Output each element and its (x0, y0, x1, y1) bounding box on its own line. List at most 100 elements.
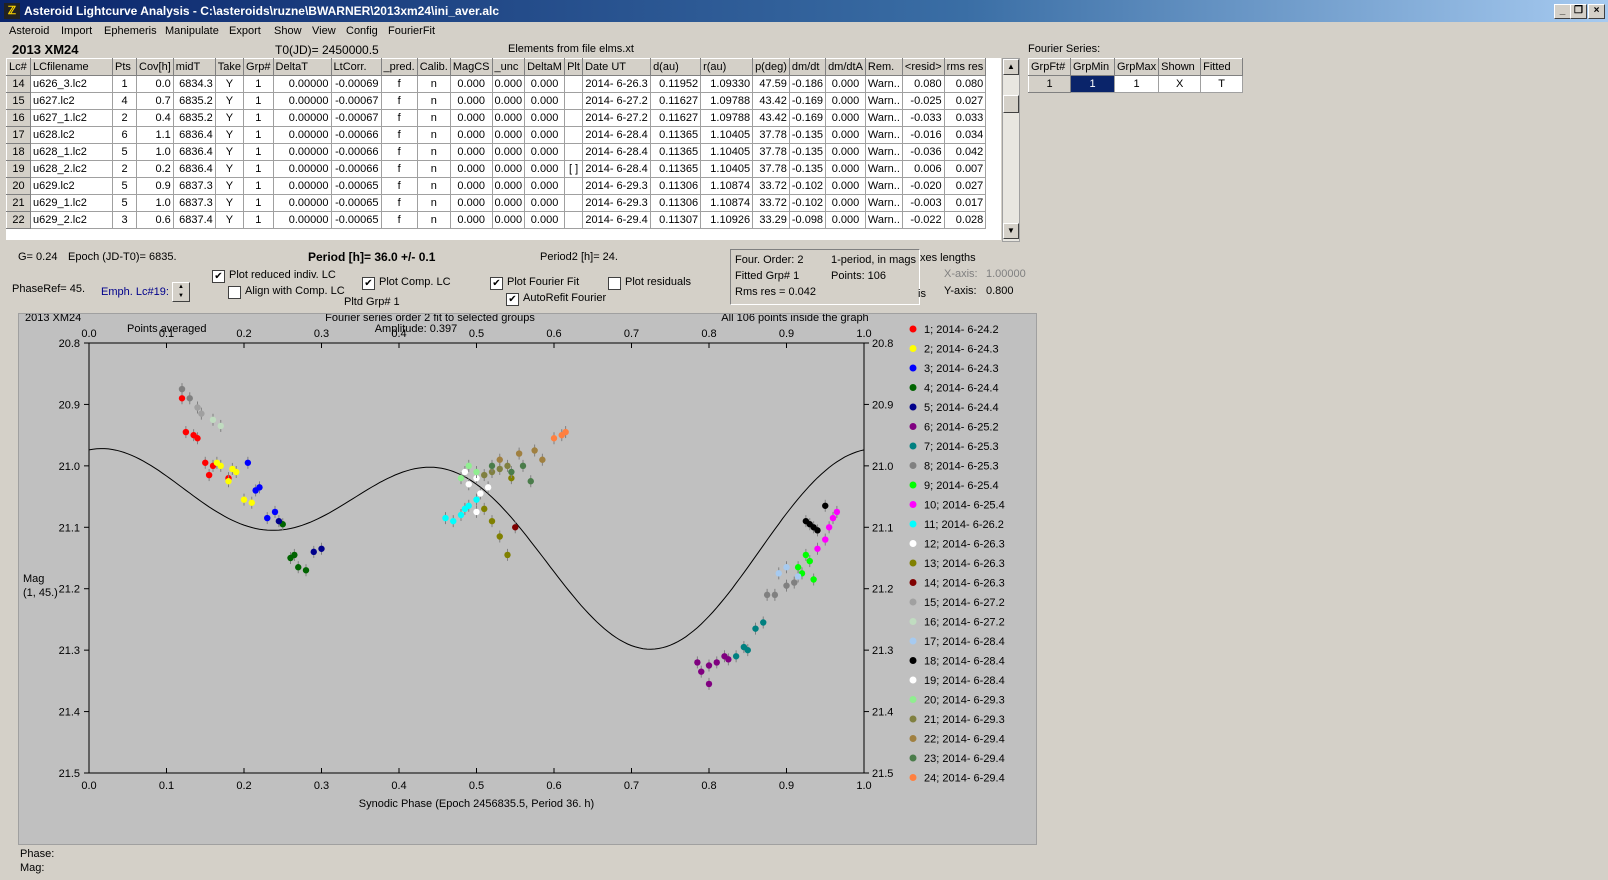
lc-cell[interactable]: -0.00066 (330, 143, 382, 161)
lc-cell[interactable]: n (416, 160, 451, 178)
lc-cell[interactable]: 0.000 (524, 143, 566, 161)
lc-cell[interactable]: -0.098 (788, 211, 827, 229)
lc-cell[interactable]: 1 (243, 109, 274, 127)
plot-comp-checkbox[interactable]: ✔ (362, 277, 375, 290)
lc-cell[interactable]: 0.00000 (272, 177, 332, 195)
lc-cell[interactable]: -0.102 (788, 177, 827, 195)
lc-col-header[interactable]: _unc (491, 58, 526, 76)
lc-cell[interactable]: Warn.. (864, 92, 903, 110)
lc-cell[interactable]: -0.169 (788, 109, 827, 127)
lc-cell[interactable] (564, 194, 584, 212)
lc-cell[interactable]: 0.000 (449, 211, 493, 229)
lc-cell[interactable]: -0.00067 (330, 92, 382, 110)
lc-cell[interactable]: 0.00000 (272, 75, 332, 93)
lc-row-number[interactable]: 16 (6, 109, 31, 127)
lc-cell[interactable]: 0.00000 (272, 109, 332, 127)
lc-cell[interactable]: 0.000 (449, 177, 493, 195)
x-axis-value[interactable]: 1.00000 (986, 268, 1026, 280)
lc-row-number[interactable]: 20 (6, 177, 31, 195)
menu-show[interactable]: Show (274, 25, 302, 37)
lc-cell[interactable]: 47.59 (752, 75, 790, 93)
lc-cell[interactable]: -0.00066 (330, 160, 382, 178)
lc-table-row[interactable]: 19 u628_2.lc2 2 0.2 6836.4 Y 1 0.00000 -0.00066 f… (6, 160, 987, 178)
lc-cell[interactable]: 0.0 (136, 75, 174, 93)
lc-cell[interactable]: 5 (112, 194, 137, 212)
lc-cell[interactable]: Y (214, 177, 245, 195)
lc-cell[interactable]: 0.4 (136, 109, 174, 127)
lc-cell[interactable]: -0.169 (788, 92, 827, 110)
lc-cell[interactable]: 0.000 (491, 177, 526, 195)
lc-cell[interactable]: Y (214, 160, 245, 178)
lc-cell[interactable]: 1 (243, 92, 274, 110)
lc-cell[interactable]: 0.080 (901, 75, 945, 93)
lc-cell[interactable]: 0.000 (524, 92, 566, 110)
lc-col-header[interactable]: Rem. (864, 58, 903, 76)
lc-cell[interactable]: u627_1.lc2 (30, 109, 113, 127)
lc-cell[interactable]: 2014- 6-28.4 (582, 143, 652, 161)
lc-cell[interactable]: -0.020 (901, 177, 945, 195)
menu-view[interactable]: View (312, 25, 336, 37)
lc-col-header[interactable]: Pts (112, 58, 137, 76)
lc-cell[interactable]: -0.00069 (330, 75, 382, 93)
lc-cell[interactable]: 0.11365 (650, 160, 702, 178)
lc-col-header[interactable]: Grp# (243, 58, 274, 76)
lc-cell[interactable]: 0.000 (449, 75, 493, 93)
menu-fourierfit[interactable]: FourierFit (388, 25, 435, 37)
lc-cell[interactable] (564, 126, 584, 144)
lc-cell[interactable]: n (416, 109, 451, 127)
lc-table-row[interactable]: 15 u627.lc2 4 0.7 6835.2 Y 1 0.00000 -0.00067 f n 0… (6, 92, 987, 110)
lc-cell[interactable]: n (416, 194, 451, 212)
lc-cell[interactable]: Y (214, 92, 245, 110)
lc-cell[interactable]: 0.11627 (650, 109, 702, 127)
fs-cell-grpmin[interactable]: 1 (1070, 75, 1115, 93)
lc-cell[interactable]: 0.000 (825, 92, 866, 110)
lc-cell[interactable]: 0.000 (491, 75, 526, 93)
lc-cell[interactable]: 2014- 6-28.4 (582, 160, 652, 178)
lc-cell[interactable]: 4 (112, 92, 137, 110)
lc-cell[interactable]: -0.135 (788, 143, 827, 161)
lc-cell[interactable]: n (416, 75, 451, 93)
lc-cell[interactable]: f (380, 177, 418, 195)
lc-table-row[interactable]: 20 u629.lc2 5 0.9 6837.3 Y 1 0.00000 -0.00065 f n 0… (6, 177, 987, 195)
lc-cell[interactable]: 33.72 (752, 177, 790, 195)
lc-cell[interactable]: 1.10405 (700, 126, 754, 144)
lc-cell[interactable]: -0.102 (788, 194, 827, 212)
lc-col-header[interactable]: dm/dtA (825, 58, 866, 76)
lc-cell[interactable]: 0.000 (524, 194, 566, 212)
lc-cell[interactable]: 1.10405 (700, 143, 754, 161)
lc-cell[interactable]: 0.000 (825, 143, 866, 161)
lc-cell[interactable]: -0.135 (788, 160, 827, 178)
lc-cell[interactable]: 0.000 (524, 109, 566, 127)
title-bar[interactable]: ℤ Asteroid Lightcurve Analysis - C:\aste… (0, 0, 1608, 22)
lc-row-number[interactable]: 15 (6, 92, 31, 110)
close-button[interactable]: × (1588, 4, 1605, 19)
lc-cell[interactable]: Warn.. (864, 194, 903, 212)
lc-cell[interactable]: 1 (243, 194, 274, 212)
restore-button[interactable]: ❐ (1570, 4, 1587, 19)
lc-cell[interactable]: 0.006 (901, 160, 945, 178)
lc-cell[interactable]: 0.000 (491, 194, 526, 212)
lc-cell[interactable]: 0.000 (491, 92, 526, 110)
lc-col-header[interactable]: _pred. (380, 58, 418, 76)
menu-ephemeris[interactable]: Ephemeris (104, 25, 157, 37)
lc-col-header[interactable]: LCfilename (30, 58, 113, 76)
lc-cell[interactable]: 0.00000 (272, 143, 332, 161)
lc-table-row[interactable]: 22 u629_2.lc2 3 0.6 6837.4 Y 1 0.00000 -0.00065 f… (6, 211, 987, 229)
lc-col-header[interactable]: Date UT (582, 58, 652, 76)
lc-cell[interactable]: 0.11627 (650, 92, 702, 110)
lc-cell[interactable]: 2014- 6-29.3 (582, 177, 652, 195)
lc-cell[interactable]: Y (214, 75, 245, 93)
lc-cell[interactable]: 0.2 (136, 160, 174, 178)
lc-col-header[interactable]: Plt (564, 58, 584, 76)
lc-cell[interactable]: 6834.3 (172, 75, 216, 93)
lc-cell[interactable]: 1 (112, 75, 137, 93)
menu-manipulate[interactable]: Manipulate (165, 25, 219, 37)
lc-cell[interactable]: 0.00000 (272, 126, 332, 144)
lc-cell[interactable]: 1 (243, 75, 274, 93)
lc-cell[interactable]: 33.29 (752, 211, 790, 229)
lightcurve-plot-panel[interactable]: 0.0 0.0 0.1 0.1 0.2 0.2 0.3 0.3 0.4 0.4 0.5 0.5 0.6 0… (18, 312, 1037, 845)
lc-cell[interactable]: 1 (243, 126, 274, 144)
lc-cell[interactable]: u629.lc2 (30, 177, 113, 195)
minimize-button[interactable]: _ (1554, 4, 1571, 19)
lc-cell[interactable]: 0.00000 (272, 160, 332, 178)
